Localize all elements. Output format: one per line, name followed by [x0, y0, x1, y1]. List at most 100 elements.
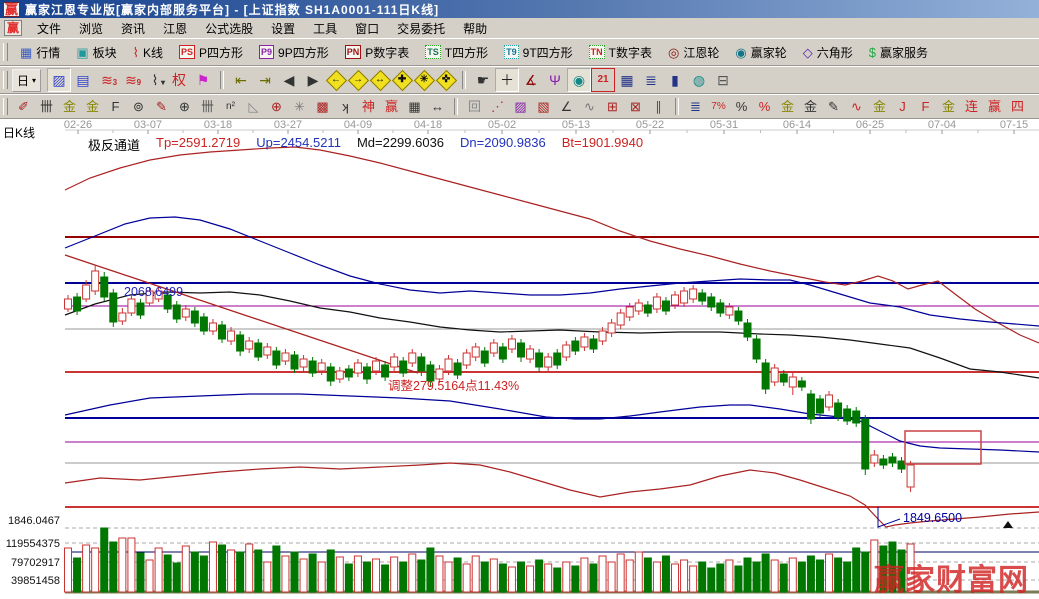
menu-logo-icon[interactable]: 赢	[4, 20, 22, 36]
toolbar-button-winner-wheel[interactable]: ◉赢家轮	[727, 41, 794, 64]
calculator-icon[interactable]: ▦	[615, 68, 639, 92]
toolbar-button-service[interactable]: $赢家服务	[861, 41, 936, 64]
save-icon[interactable]: ▮	[663, 68, 687, 92]
star-web-icon[interactable]: ✳	[288, 96, 311, 118]
menu-item-9[interactable]: 交易委托	[388, 18, 454, 39]
gold-slope-icon[interactable]: 金	[937, 96, 960, 118]
zigzag-icon[interactable]: ∿	[578, 96, 601, 118]
square-web-icon[interactable]: ▩	[311, 96, 334, 118]
zoom-plus-icon[interactable]: ✚	[391, 69, 413, 91]
toolbar-button-hexagon[interactable]: ◇六角形	[795, 41, 861, 64]
prev-bar-icon[interactable]: ◀	[277, 68, 301, 92]
menu-item-1[interactable]: 文件	[28, 18, 70, 39]
menu-item-7[interactable]: 工具	[304, 18, 346, 39]
wave-red-icon[interactable]: ∿	[845, 96, 868, 118]
j-slope-icon[interactable]: J	[891, 96, 914, 118]
percent7-icon[interactable]: 7%	[707, 96, 730, 118]
crosshair-icon[interactable]: ＋	[495, 68, 519, 92]
toolbar-button-kline[interactable]: ⌇K线	[125, 41, 171, 64]
toolbar-button-PN[interactable]: PNP数字表	[337, 41, 418, 64]
menu-item-4[interactable]: 江恩	[154, 18, 196, 39]
percent-icon[interactable]: %	[730, 96, 753, 118]
smart-analysis-icon[interactable]: ◉	[567, 68, 591, 92]
toolbar-button-P9[interactable]: P99P四方形	[251, 41, 337, 64]
chart-canvas[interactable]	[0, 119, 1039, 599]
dense-grid-icon[interactable]: ▦	[403, 96, 426, 118]
gold-grid2-icon[interactable]: 金	[81, 96, 104, 118]
ruler-lines-icon[interactable]: 卌	[196, 96, 219, 118]
rect-tool-icon[interactable]: 回	[463, 96, 486, 118]
menu-item-5[interactable]: 公式选股	[196, 18, 262, 39]
percent-lines-icon[interactable]: %	[753, 96, 776, 118]
shen-grid-icon[interactable]: 神	[357, 96, 380, 118]
gold-grid-icon[interactable]: 金	[58, 96, 81, 118]
structure-tree-icon[interactable]: Ψ	[543, 68, 567, 92]
fan-box-icon[interactable]: ▨	[509, 96, 532, 118]
protractor-icon[interactable]: ◺	[242, 96, 265, 118]
win-grid-icon[interactable]: 赢	[380, 96, 403, 118]
fan-lines-icon[interactable]: ⋰	[486, 96, 509, 118]
angle-measure-icon[interactable]: ∡	[519, 68, 543, 92]
toolbar-button-TN[interactable]: TNT数字表	[581, 41, 660, 64]
brush-icon[interactable]: ✐	[12, 96, 35, 118]
spiral-icon[interactable]: ⊚	[127, 96, 150, 118]
hand-drag-icon[interactable]: ☛	[471, 68, 495, 92]
info-panel-icon[interactable]: ▤	[71, 68, 95, 92]
candle-style-icon[interactable]: ⌇▾	[143, 68, 167, 92]
menu-item-8[interactable]: 窗口	[346, 18, 388, 39]
wave-3-icon[interactable]: ≋3	[95, 68, 119, 92]
pen-chart-icon[interactable]: ✎	[822, 96, 845, 118]
wave-9-icon[interactable]: ≋9	[119, 68, 143, 92]
gold-line-icon[interactable]: 金	[868, 96, 891, 118]
menu-item-3[interactable]: 资讯	[112, 18, 154, 39]
shrink-right-icon[interactable]: →	[347, 69, 369, 91]
gold-circle-icon[interactable]: 金	[776, 96, 799, 118]
gold-bars-icon[interactable]: 金	[799, 96, 822, 118]
rights-adjust-icon[interactable]: 权	[167, 68, 191, 92]
toolbar-button-gann-wheel[interactable]: ◎江恩轮	[660, 41, 727, 64]
trend-angle-icon[interactable]: ∠	[555, 96, 578, 118]
toolbar-button-market[interactable]: ▦行情	[12, 41, 68, 64]
cross-tool-icon[interactable]: ✜	[435, 69, 457, 91]
k-mark-icon[interactable]: ʞ	[334, 96, 357, 118]
menu-item-6[interactable]: 设置	[262, 18, 304, 39]
f-grid-icon[interactable]: F	[104, 96, 127, 118]
volume-profile-icon[interactable]: ≣	[684, 96, 707, 118]
gann-box-icon[interactable]: ⊞	[601, 96, 624, 118]
f-slope-icon[interactable]: F	[914, 96, 937, 118]
grid-lines-icon[interactable]: 卌	[35, 96, 58, 118]
four-slope-icon[interactable]: 四	[1006, 96, 1029, 118]
expand-horizontal-icon[interactable]: ↔	[369, 69, 391, 91]
target-circle-icon[interactable]: ⊕	[265, 96, 288, 118]
lian-slope-icon[interactable]: 连	[960, 96, 983, 118]
star-tool-icon[interactable]: ✳	[413, 69, 435, 91]
menu-item-2[interactable]: 浏览	[70, 18, 112, 39]
marker-pen-icon[interactable]: ✎	[150, 96, 173, 118]
toolbar-grip[interactable]	[3, 71, 8, 89]
notes-icon[interactable]: ≣	[639, 68, 663, 92]
shrink-left-icon[interactable]: ←	[325, 69, 347, 91]
period-selector[interactable]: 日▾	[12, 69, 41, 92]
span-arrows-icon[interactable]: ↔	[426, 96, 449, 118]
first-page-icon[interactable]: ⇤	[229, 68, 253, 92]
time-cycle-icon[interactable]: ⊕	[173, 96, 196, 118]
toolbar-button-TS[interactable]: TST四方形	[417, 41, 496, 64]
flag-icon[interactable]: ⚑	[191, 68, 215, 92]
next-bar-icon[interactable]: ▶	[301, 68, 325, 92]
win-slope-icon[interactable]: 赢	[983, 96, 1006, 118]
calendar-icon[interactable]: 21	[591, 68, 615, 92]
toolbar-button-sectors[interactable]: ▣板块	[68, 41, 124, 64]
toolbar-grip[interactable]	[3, 43, 8, 61]
delivery-icon[interactable]: ⊟	[711, 68, 735, 92]
pattern-chart-icon[interactable]: ▨	[47, 68, 71, 92]
n2-grid-icon[interactable]: n²	[219, 96, 242, 118]
menu-item-10[interactable]: 帮助	[454, 18, 496, 39]
toolbar-button-T9[interactable]: T99T四方形	[496, 41, 581, 64]
net-download-icon[interactable]: ◍	[687, 68, 711, 92]
shade-box-icon[interactable]: ▧	[532, 96, 555, 118]
toolbar-button-PS[interactable]: PSP四方形	[171, 41, 251, 64]
gann-box2-icon[interactable]: ⊠	[624, 96, 647, 118]
parallel-lines-icon[interactable]: ∥	[647, 96, 670, 118]
toolbar-grip[interactable]	[3, 98, 8, 114]
last-page-icon[interactable]: ⇥	[253, 68, 277, 92]
